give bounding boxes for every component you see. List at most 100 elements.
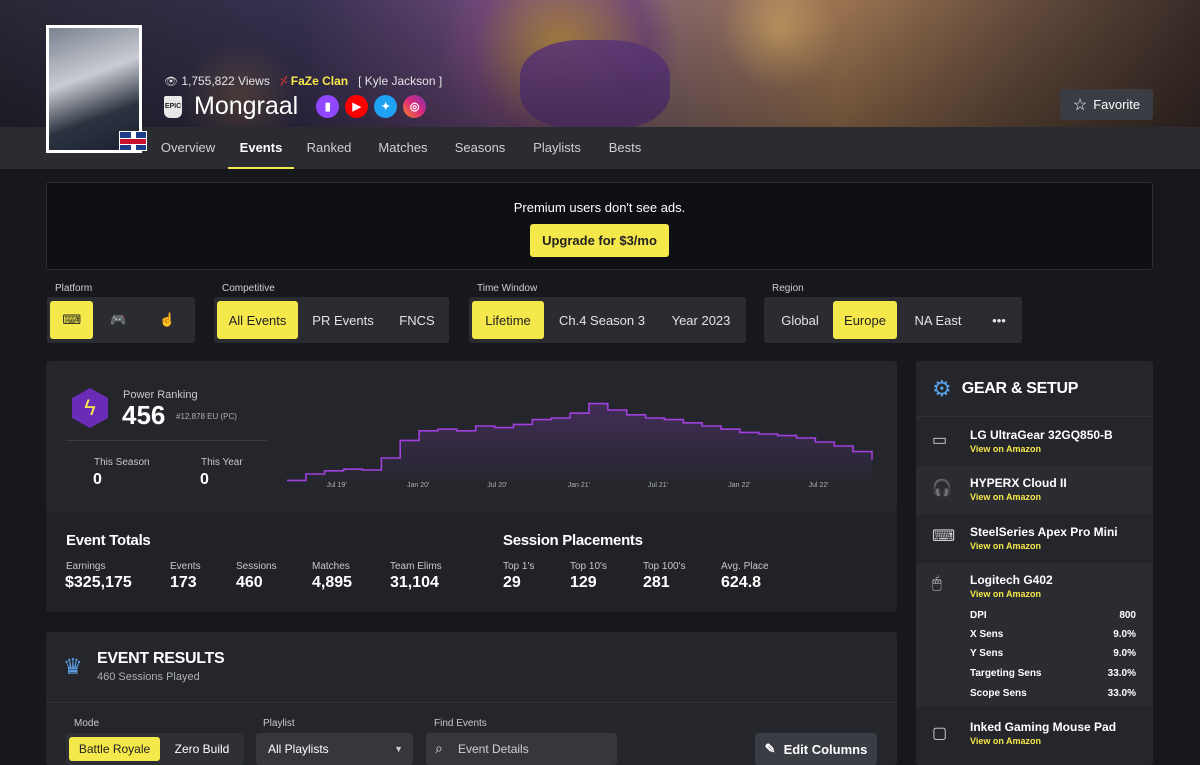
power-ranking-chart [287, 402, 873, 482]
real-name: [ Kyle Jackson ] [358, 73, 443, 88]
gear-item-name: Logitech G402 [970, 573, 1053, 587]
amazon-link[interactable]: View on Amazon [970, 444, 1041, 454]
gear-item-name: LG UltraGear 32GQ850-B [970, 428, 1113, 442]
this-season-label: This Season [94, 457, 150, 468]
gear-panel: ⚙ GEAR & SETUP ▭ LG UltraGear 32GQ850-B … [916, 361, 1153, 765]
europe-button[interactable]: Europe [833, 301, 897, 339]
tab-bests[interactable]: Bests [602, 127, 648, 169]
competitive-filter: Competitive All Events PR Events FNCS [214, 283, 449, 343]
twitter-icon[interactable]: ✦ [374, 95, 398, 118]
filter-label: Time Window [477, 283, 538, 294]
amazon-link[interactable]: View on Amazon [970, 492, 1041, 502]
tab-ranked[interactable]: Ranked [298, 127, 360, 169]
stat-value: $325,175 [65, 574, 132, 591]
uk-flag-icon [119, 131, 147, 151]
epic-games-icon: EPIC [164, 95, 182, 118]
chart-x-tick: Jan 22' [728, 482, 751, 489]
season-button[interactable]: Ch.4 Season 3 [544, 301, 660, 339]
sens-row: DPI 800 [970, 610, 1136, 621]
zero-build-button[interactable]: Zero Build [164, 737, 240, 761]
platform-touch-button[interactable]: ☝ [143, 301, 192, 339]
mousepad-icon: ▢ [932, 725, 948, 742]
platform-filter: Platform ⌨ 🎮 ☝ [47, 283, 195, 343]
amazon-link[interactable]: View on Amazon [970, 541, 1041, 551]
amazon-link[interactable]: View on Amazon [970, 589, 1041, 599]
gear-item-mouse[interactable]: 🖱 Logitech G402 View on Amazon DPI 800 X … [916, 563, 1153, 706]
chart-x-tick: Jul 19' [326, 482, 347, 489]
gear-item-keyboard[interactable]: ⌨ SteelSeries Apex Pro Mini View on Amaz… [916, 514, 1153, 563]
stat-value: 460 [236, 574, 263, 591]
battle-royale-button[interactable]: Battle Royale [69, 737, 160, 761]
tab-events[interactable]: Events [228, 127, 294, 169]
instagram-icon[interactable]: ◎ [403, 95, 427, 118]
playlist-select[interactable]: All Playlists ▼ [256, 733, 413, 765]
chart-x-tick: Jul 21' [647, 482, 668, 489]
sens-row: Y Sens 9.0% [970, 648, 1136, 659]
platform-controller-button[interactable]: 🎮 [93, 301, 142, 339]
find-events-label: Find Events [434, 718, 487, 729]
platform-keyboard-button[interactable]: ⌨ [50, 301, 94, 339]
tab-overview[interactable]: Overview [150, 127, 226, 169]
filter-label: Competitive [222, 283, 275, 294]
edit-columns-button[interactable]: ✎ Edit Columns [755, 733, 877, 765]
chart-x-tick: Jul 22' [808, 482, 829, 489]
event-totals-title: Event Totals [66, 532, 151, 549]
fncs-button[interactable]: FNCS [388, 301, 446, 339]
pr-events-button[interactable]: PR Events [298, 301, 388, 339]
stat-label: Matches [312, 561, 350, 572]
chevron-down-icon: ▼ [394, 744, 403, 754]
gear-item-name: SteelSeries Apex Pro Mini [970, 525, 1118, 539]
amazon-link[interactable]: View on Amazon [970, 736, 1041, 746]
mode-label: Mode [74, 718, 100, 729]
touch-icon: ☝ [159, 312, 176, 327]
stat-value: 173 [170, 574, 197, 591]
tab-seasons[interactable]: Seasons [446, 127, 514, 169]
views-count: 👁 1,755,822 Views [164, 73, 270, 88]
session-placements-title: Session Placements [503, 532, 643, 549]
all-events-button[interactable]: All Events [217, 301, 298, 339]
stat-value: 624.8 [721, 574, 762, 591]
this-year-value: 0 [200, 471, 209, 488]
stat-label: Avg. Place [721, 561, 769, 572]
gear-item-headset[interactable]: 🎧 HYPERX Cloud II View on Amazon [916, 466, 1153, 514]
stat-value: 4,895 [312, 574, 353, 591]
mouse-icon: 🖱 [932, 575, 942, 592]
stat-value: 281 [643, 574, 670, 591]
filter-label: Platform [55, 283, 93, 294]
find-events-input[interactable]: ⌕ Event Details [426, 733, 617, 765]
playlist-label: Playlist [263, 718, 295, 729]
upgrade-button[interactable]: Upgrade for $3/mo [530, 224, 669, 257]
clan-logo-icon: ⸓ [279, 74, 288, 88]
avatar[interactable] [46, 25, 147, 153]
filter-label: Region [772, 283, 804, 294]
tab-matches[interactable]: Matches [366, 127, 440, 169]
pencil-icon: ✎ [764, 741, 776, 756]
keyboard-icon: ⌨ [932, 528, 956, 545]
youtube-icon[interactable]: ▶ [345, 95, 369, 118]
divider [66, 440, 267, 441]
stat-label: Top 1's [503, 561, 535, 572]
chart-x-tick: Jan 21' [567, 482, 590, 489]
stat-label: Team Elims [390, 561, 442, 572]
stat-label: Top 10's [570, 561, 607, 572]
tab-playlists[interactable]: Playlists [522, 127, 592, 169]
twitch-icon[interactable]: ▮ [316, 95, 340, 118]
year-button[interactable]: Year 2023 [660, 301, 742, 339]
stat-label: Events [170, 561, 201, 572]
na-east-button[interactable]: NA East [897, 301, 979, 339]
stat-value: 31,104 [390, 574, 439, 591]
gear-icon: ⚙ [932, 375, 952, 401]
stat-label: Top 100's [643, 561, 686, 572]
ad-message: Premium users don't see ads. [513, 200, 686, 215]
name-row: EPIC Mongraal ▮ ▶ ✦ ◎ [164, 92, 432, 121]
global-button[interactable]: Global [767, 301, 833, 339]
more-regions-button[interactable]: ••• [979, 301, 1019, 339]
trophy-icon: ♛ [63, 654, 83, 679]
lifetime-button[interactable]: Lifetime [472, 301, 544, 339]
gear-item-mousepad[interactable]: ▢ Inked Gaming Mouse Pad View on Amazon [916, 711, 1153, 765]
stat-value: 129 [570, 574, 597, 591]
clan-link[interactable]: ⸓ FaZe Clan [280, 72, 348, 89]
gear-item-monitor[interactable]: ▭ LG UltraGear 32GQ850-B View on Amazon [916, 418, 1153, 466]
favorite-button[interactable]: ☆ Favorite [1060, 89, 1153, 120]
star-icon: ☆ [1072, 96, 1088, 114]
